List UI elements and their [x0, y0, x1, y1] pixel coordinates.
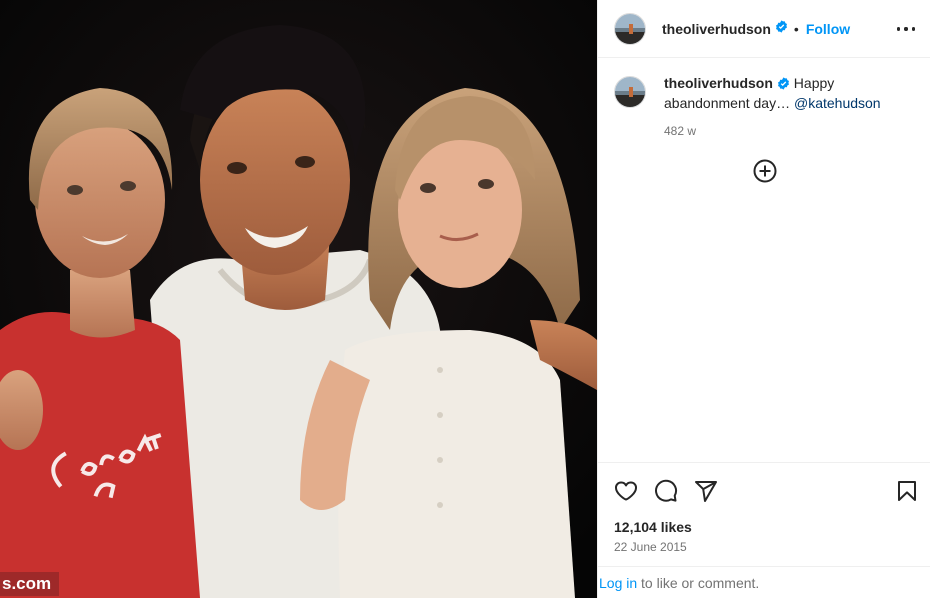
- more-options-icon[interactable]: [897, 21, 915, 37]
- caption-text-block: theoliverhudson Happy abandonment day… @…: [664, 74, 894, 140]
- verified-badge-icon: [777, 76, 790, 94]
- verified-badge-icon: [775, 19, 788, 38]
- comment-icon[interactable]: [654, 479, 678, 508]
- caption-avatar[interactable]: [614, 76, 646, 108]
- like-heart-icon[interactable]: [614, 479, 638, 508]
- family-photo: [0, 0, 597, 598]
- save-bookmark-icon[interactable]: [895, 479, 919, 508]
- post-date[interactable]: 22 June 2015: [614, 540, 687, 554]
- avatar-image: [615, 77, 645, 107]
- load-more-comments-icon[interactable]: [753, 159, 777, 183]
- login-prompt: Log in to like or comment.: [598, 566, 930, 598]
- image-watermark: s.com: [0, 572, 60, 596]
- caption: theoliverhudson Happy abandonment day… @…: [614, 74, 914, 140]
- post-sidebar: theoliverhudson • Follow theoliverhudson…: [597, 0, 930, 598]
- share-send-icon[interactable]: [694, 479, 718, 508]
- avatar-image: [615, 13, 645, 44]
- avatar[interactable]: [614, 12, 646, 45]
- header-separator: •: [793, 20, 799, 37]
- post-header: theoliverhudson • Follow: [598, 0, 930, 58]
- login-link[interactable]: Log in: [599, 575, 637, 591]
- post-actions: 12,104 likes 22 June 2015: [598, 462, 930, 566]
- follow-button[interactable]: Follow: [806, 21, 850, 37]
- header-username[interactable]: theoliverhudson: [662, 21, 771, 37]
- caption-mention-link[interactable]: @katehudson: [794, 95, 881, 111]
- login-prompt-text: to like or comment.: [637, 575, 760, 591]
- post-image[interactable]: s.com: [0, 0, 597, 598]
- likes-count[interactable]: 12,104 likes: [614, 519, 692, 535]
- caption-time-ago[interactable]: 482 w: [664, 122, 894, 140]
- caption-username[interactable]: theoliverhudson: [664, 75, 773, 91]
